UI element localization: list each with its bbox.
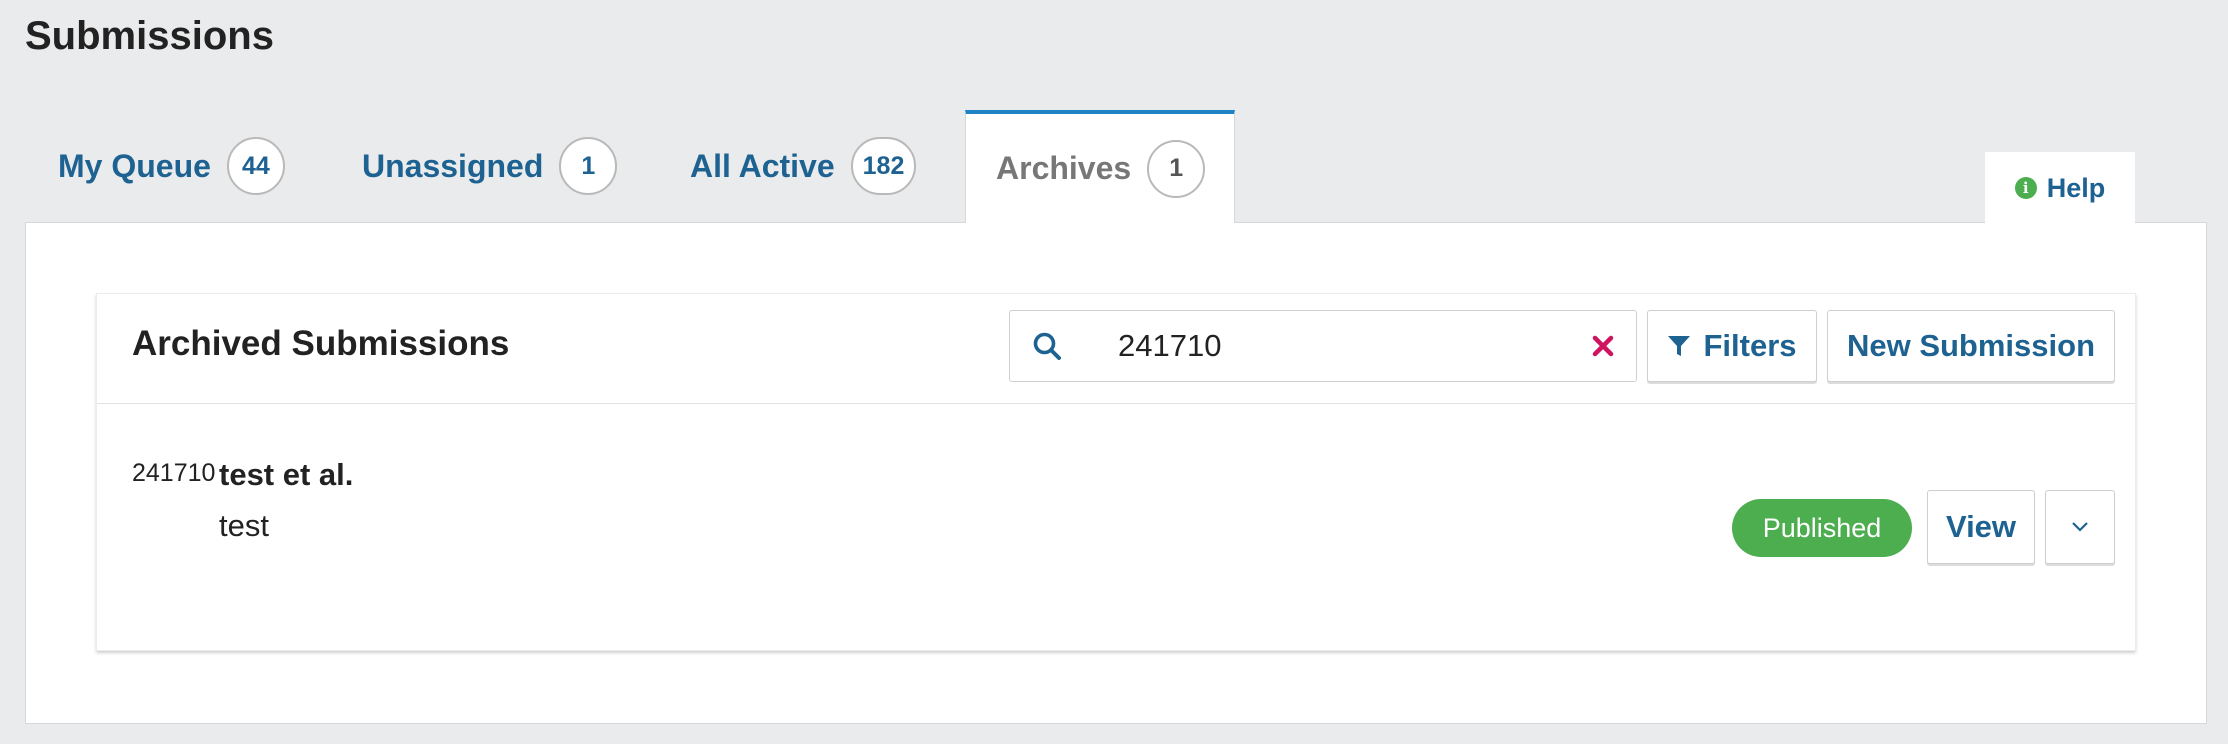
card-title: Archived Submissions [132, 324, 510, 363]
submission-title: test [219, 508, 269, 543]
clear-search-button[interactable] [1587, 330, 1619, 362]
new-submission-label: New Submission [1846, 328, 2096, 363]
tab-unassigned[interactable]: Unassigned 1 [362, 136, 618, 196]
page-title: Submissions [25, 14, 274, 58]
tab-label: Archives [996, 150, 1132, 186]
tab-count-badge: 1 [559, 137, 618, 195]
filters-button[interactable]: Filters [1647, 310, 1817, 382]
tab-archives[interactable]: Archives 1 [965, 110, 1235, 223]
submission-tabs: My Queue 44 Unassigned 1 All Active 182 … [25, 110, 2205, 223]
search-button[interactable] [1009, 310, 1085, 382]
tab-count-badge: 1 [1147, 139, 1206, 198]
filters-label: Filters [1703, 328, 1797, 363]
status-badge: Published [1732, 499, 1912, 557]
help-label: Help [2046, 172, 2106, 203]
archives-panel: Archived Submissions Filters [25, 222, 2207, 724]
tab-count-badge: 182 [850, 137, 917, 195]
search-input[interactable] [1084, 310, 1637, 382]
view-label: View [1945, 509, 2017, 544]
tab-label: My Queue [58, 147, 211, 184]
tab-all-active[interactable]: All Active 182 [690, 136, 917, 196]
info-icon: i [2014, 177, 2037, 199]
new-submission-button[interactable]: New Submission [1827, 310, 2115, 382]
submission-author: test et al. [219, 457, 354, 492]
help-button[interactable]: i Help [1985, 152, 2135, 224]
archived-submissions-card: Archived Submissions Filters [96, 293, 2136, 651]
chevron-down-icon [2072, 522, 2088, 532]
card-header: Archived Submissions Filters [97, 294, 2135, 404]
expand-button[interactable] [2045, 490, 2115, 564]
search-icon [1033, 332, 1061, 360]
tab-label: All Active [690, 147, 835, 184]
submission-id: 241710 [132, 459, 216, 487]
tab-my-queue[interactable]: My Queue 44 [58, 136, 285, 196]
view-button[interactable]: View [1927, 490, 2035, 564]
filter-icon [1668, 336, 1691, 356]
close-icon [1592, 335, 1614, 357]
tab-label: Unassigned [362, 147, 544, 184]
tab-count-badge: 44 [226, 137, 285, 195]
